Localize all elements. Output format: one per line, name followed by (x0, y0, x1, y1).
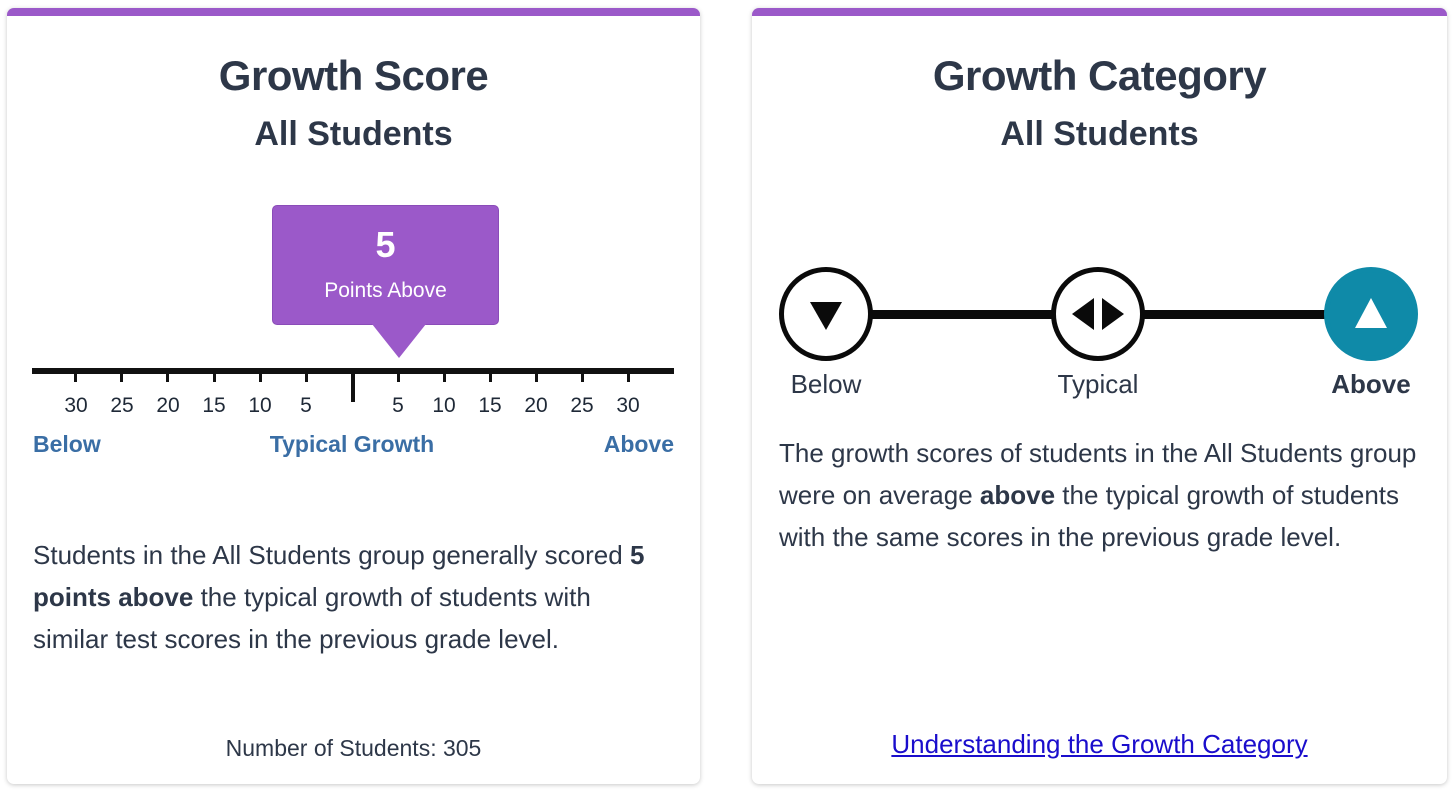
scale-tick (627, 372, 630, 382)
category-above-marker (1324, 267, 1418, 361)
triangle-down-icon (810, 302, 842, 330)
category-typical-label: Typical (1057, 369, 1139, 399)
scale-tick (305, 372, 308, 382)
growth-score-card: Growth Score All Students 5 Points Above… (7, 8, 700, 784)
score-callout: 5 Points Above (272, 205, 499, 325)
tick-label: 20 (524, 394, 548, 417)
category-below-label: Below (790, 369, 862, 399)
tick-label: 10 (432, 394, 456, 417)
scale-tick (213, 372, 216, 382)
score-value: 5 (375, 224, 396, 265)
tick-label: 25 (570, 394, 594, 417)
category-below-marker (779, 267, 873, 361)
card-subtitle: All Students (1000, 115, 1199, 153)
desc-text: Students in the All Students group gener… (33, 540, 630, 570)
category-description: The growth scores of students in the All… (779, 432, 1424, 558)
scale-tick (166, 372, 169, 382)
scale-above-label: Above (603, 431, 674, 457)
score-description: Students in the All Students group gener… (33, 534, 673, 660)
tick-label: 10 (248, 394, 272, 417)
tick-label: 5 (392, 394, 404, 417)
scale-tick (535, 372, 538, 382)
tick-label: 15 (478, 394, 502, 417)
scale-center-tick (351, 372, 355, 402)
category-typical-marker (1051, 267, 1145, 361)
left-right-arrows-icon (1072, 298, 1124, 330)
tick-label: 20 (156, 394, 180, 417)
growth-category-card: Growth Category All Students Below Typic… (752, 8, 1447, 784)
triangle-up-icon (1355, 298, 1387, 328)
tick-label: 5 (300, 394, 312, 417)
scale-typical-growth-label: Typical Growth (269, 431, 435, 457)
card-title: Growth Score (218, 52, 489, 99)
tick-label: 25 (110, 394, 134, 417)
desc-emphasis: above (979, 480, 1056, 510)
student-count: Number of Students: 305 (225, 735, 482, 761)
understanding-growth-category-link[interactable]: Understanding the Growth Category (752, 728, 1447, 760)
scale-below-label: Below (33, 431, 101, 457)
scale-tick (443, 372, 446, 382)
scale-tick (581, 372, 584, 382)
scale-tick (489, 372, 492, 382)
score-direction-label: Points Above (324, 279, 447, 302)
scale-tick (120, 372, 123, 382)
category-above-label: Above (1331, 369, 1411, 399)
tick-label: 30 (616, 394, 640, 417)
callout-pointer (372, 324, 426, 358)
scale-tick (397, 372, 400, 382)
card-title: Growth Category (932, 52, 1267, 99)
scale-tick (74, 372, 77, 382)
scale-tick (259, 372, 262, 382)
tick-label: 15 (202, 394, 226, 417)
tick-label: 30 (64, 394, 88, 417)
card-subtitle: All Students (254, 115, 453, 153)
